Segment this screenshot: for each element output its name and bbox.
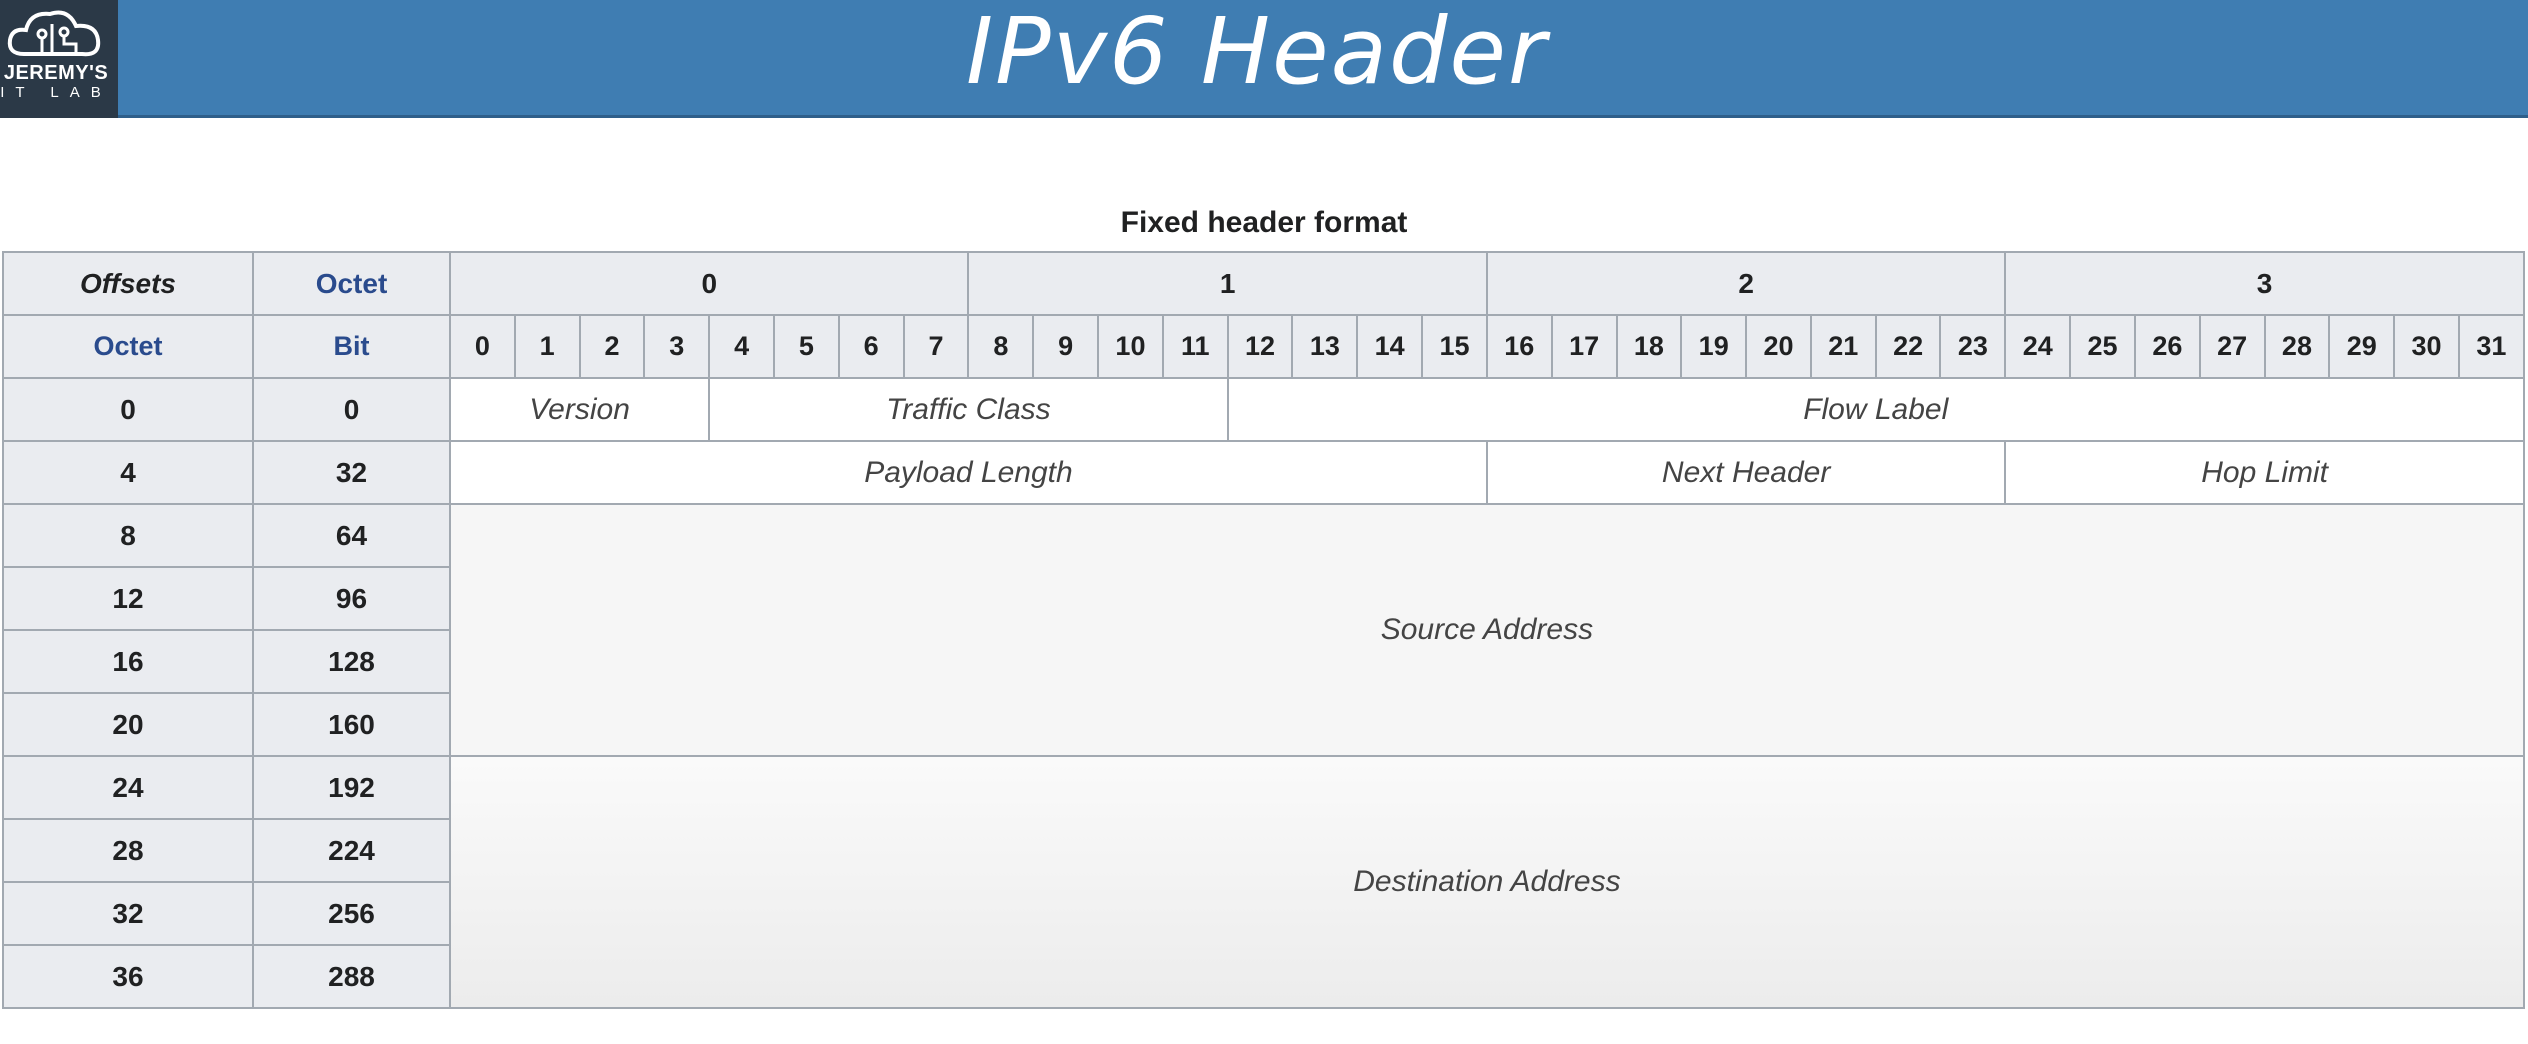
payload-length-field: Payload Length — [449, 440, 1488, 505]
bit-offset-cell: 32 — [252, 440, 451, 505]
bit-number-9: 9 — [1032, 314, 1100, 379]
bit-offset-cell: 0 — [252, 377, 451, 442]
bit-offset-cell: 224 — [252, 818, 451, 883]
bit-number-14: 14 — [1356, 314, 1424, 379]
next-header-field: Next Header — [1485, 440, 2007, 505]
table-caption: Fixed header format — [1120, 206, 1408, 239]
bit-number-22: 22 — [1874, 314, 1942, 379]
bit-number-21: 21 — [1809, 314, 1877, 379]
bit-number-25: 25 — [2069, 314, 2136, 379]
octet-row-header: Octet — [2, 314, 254, 379]
logo-line-1: JEREMY'S — [3, 62, 109, 84]
bit-header-row: Octet Bit 0 1 2 3 4 5 6 7 8 9 10 11 12 13 14 15 16 17 18 19… — [2, 314, 2525, 379]
octet-offset-cell: 32 — [2, 881, 254, 946]
octet-offset-cell: 16 — [2, 629, 254, 694]
bit-number-19: 19 — [1680, 314, 1748, 379]
flow-label-field: Flow Label — [1226, 377, 2525, 442]
bit-offset-cell: 160 — [252, 692, 451, 757]
bit-offset-cell: 288 — [252, 944, 451, 1009]
octet-offset-cell: 24 — [2, 755, 254, 820]
bit-number-20: 20 — [1745, 314, 1812, 379]
bit-number-26: 26 — [2133, 314, 2201, 379]
destination-address-field: Destination Address — [449, 755, 2525, 1009]
bit-number-24: 24 — [2004, 314, 2072, 379]
traffic-class-field: Traffic Class — [708, 377, 1229, 442]
bit-offset-cell: 128 — [252, 629, 451, 694]
octet-offset-cell: 0 — [2, 377, 254, 442]
bit-number-31: 31 — [2457, 314, 2525, 379]
octet-offset-cell: 4 — [2, 440, 254, 505]
version-field: Version — [448, 377, 711, 442]
bit-number-30: 30 — [2393, 314, 2460, 379]
octet-number-3: 3 — [2004, 251, 2525, 316]
bit-number-10: 10 — [1097, 314, 1164, 379]
bit-number-8: 8 — [967, 314, 1035, 379]
cloud-circuit-icon — [7, 10, 101, 57]
bit-number-17: 17 — [1550, 314, 1618, 379]
bit-number-4: 4 — [708, 314, 775, 379]
jeremys-it-lab-logo: JEREMY'S IT LAB — [0, 0, 118, 118]
bit-offset-cell: 64 — [252, 503, 451, 568]
octet-offset-cell: 8 — [2, 503, 254, 568]
ipv6-header-table: Offsets Octet 0 1 2 3 Octet Bit 01234567… — [2, 251, 2525, 1009]
offsets-header: Offsets — [2, 251, 254, 316]
bit-number-7: 7 — [902, 314, 970, 379]
bit-number-28: 28 — [2263, 314, 2331, 379]
bit-number-0: 0 — [449, 314, 516, 379]
octet-column-header: Octet — [252, 251, 451, 316]
header-row: 00 Version Traffic Class Flow Label — [2, 377, 2525, 442]
logo-line-2: IT LAB — [0, 84, 112, 101]
octet-offset-cell: 36 — [2, 944, 254, 1009]
bit-number-16: 16 — [1485, 314, 1553, 379]
bit-number-27: 27 — [2198, 314, 2266, 379]
bit-number-18: 18 — [1615, 314, 1683, 379]
title-banner: JEREMY'S IT LAB IPv6 Header — [0, 0, 2528, 118]
header-row: 8 64 Source Address — [2, 503, 2525, 757]
bit-number-13: 13 — [1291, 314, 1359, 379]
bit-number-6: 6 — [837, 314, 905, 379]
bit-number-2: 2 — [578, 314, 646, 379]
octet-offset-cell: 28 — [2, 818, 254, 883]
bit-offset-cell: 192 — [252, 755, 451, 820]
octet-offset-cell: 12 — [2, 566, 254, 631]
octet-number-2: 2 — [1485, 251, 2007, 316]
bit-offset-cell: 256 — [252, 881, 451, 946]
bit-column-header: Bit — [252, 314, 451, 379]
bit-offset-cell: 96 — [252, 566, 451, 631]
hop-limit-field: Hop Limit — [2004, 440, 2525, 505]
octet-offset-cell: 20 — [2, 692, 254, 757]
page-title: IPv6 Header — [966, 0, 1548, 105]
header-row: 24 192 Destination Address — [2, 755, 2525, 1009]
octet-number-1: 1 — [967, 251, 1488, 316]
bit-number-12: 12 — [1226, 314, 1294, 379]
source-address-field: Source Address — [449, 503, 2525, 757]
bit-number-15: 15 — [1421, 314, 1488, 379]
bit-number-23: 23 — [1939, 314, 2007, 379]
bit-number-1: 1 — [513, 314, 581, 379]
octet-number-0: 0 — [448, 251, 970, 316]
bit-number-11: 11 — [1161, 314, 1229, 379]
bit-number-29: 29 — [2328, 314, 2396, 379]
header-row: 4 32 Payload Length Next Header Hop Limit — [2, 440, 2525, 505]
bit-number-3: 3 — [643, 314, 711, 379]
octet-header-row: Offsets Octet 0 1 2 3 — [2, 251, 2525, 316]
bit-number-5: 5 — [772, 314, 840, 379]
